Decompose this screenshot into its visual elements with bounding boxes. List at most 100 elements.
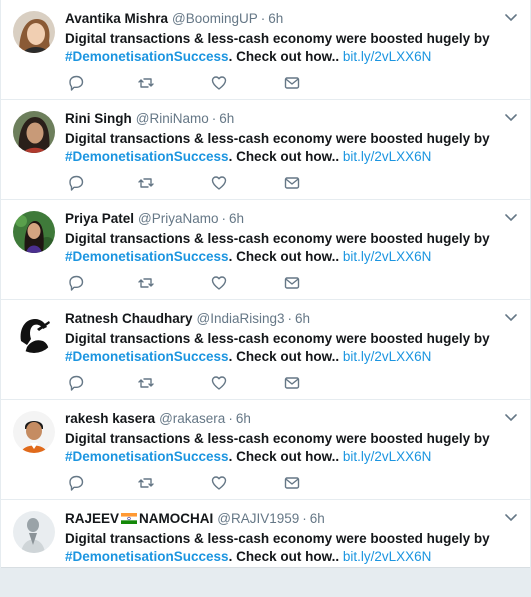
chevron-down-icon[interactable] bbox=[504, 112, 518, 122]
separator-dot: · bbox=[228, 411, 233, 426]
avatar-image-rini bbox=[13, 111, 55, 153]
username[interactable]: @rakasera bbox=[159, 411, 225, 426]
tweet-item[interactable]: Ratnesh Chaudhary @IndiaRising3 · 6h Digita… bbox=[1, 300, 530, 400]
timestamp[interactable]: 6h bbox=[236, 411, 251, 426]
direct-message-icon[interactable] bbox=[283, 274, 301, 292]
hashtag-link[interactable]: #DemonetisationSuccess bbox=[65, 249, 229, 264]
tweet-header: Ratnesh Chaudhary @IndiaRising3 · 6h bbox=[65, 310, 310, 327]
hashtag-link[interactable]: #DemonetisationSuccess bbox=[65, 349, 229, 364]
hashtag-link[interactable]: #DemonetisationSuccess bbox=[65, 449, 229, 464]
tweet-item[interactable]: RAJEEV NAMOCHAI @RAJIV1959 · 6h Digital tran… bbox=[1, 500, 530, 568]
tweet-text-main: Digital transactions & less-cash economy… bbox=[65, 431, 490, 446]
retweet-icon[interactable] bbox=[137, 374, 155, 392]
tweet-item[interactable]: Avantika Mishra @BoomingUP · 6h Digital tra… bbox=[1, 0, 530, 100]
like-icon[interactable] bbox=[210, 74, 228, 92]
tweet-text: Digital transactions & less-cash economy… bbox=[65, 130, 517, 166]
like-icon[interactable] bbox=[210, 374, 228, 392]
username[interactable]: @RAJIV1959 bbox=[217, 511, 299, 526]
like-icon[interactable] bbox=[210, 474, 228, 492]
retweet-icon[interactable] bbox=[137, 274, 155, 292]
chevron-down-icon[interactable] bbox=[504, 312, 518, 322]
chevron-down-icon[interactable] bbox=[504, 512, 518, 522]
url-link[interactable]: bit.ly/2vLXX6N bbox=[343, 149, 432, 164]
avatar-image-avantika bbox=[13, 11, 55, 53]
display-name[interactable]: rakesh kasera bbox=[65, 411, 155, 426]
username[interactable]: @IndiaRising3 bbox=[197, 311, 285, 326]
url-link[interactable]: bit.ly/2vLXX6N bbox=[343, 449, 432, 464]
display-name[interactable]: Avantika Mishra bbox=[65, 11, 168, 26]
direct-message-icon[interactable] bbox=[283, 374, 301, 392]
tweet-text: Digital transactions & less-cash economy… bbox=[65, 30, 517, 66]
direct-message-icon[interactable] bbox=[283, 474, 301, 492]
reply-icon[interactable] bbox=[67, 74, 85, 92]
retweet-icon[interactable] bbox=[137, 474, 155, 492]
tweet-item[interactable]: Rini Singh @RiniNamo · 6h Digital transacti… bbox=[1, 100, 530, 200]
separator-dot: · bbox=[211, 111, 217, 126]
tweet-item[interactable]: rakesh kasera @rakasera · 6h Digital transa… bbox=[1, 400, 530, 500]
tweet-text-tail: . Check out how.. bbox=[228, 449, 340, 464]
timestamp[interactable]: 6h bbox=[219, 111, 234, 126]
chevron-down-icon[interactable] bbox=[504, 412, 518, 422]
username[interactable]: @BoomingUP bbox=[172, 11, 258, 26]
url-link[interactable]: bit.ly/2vLXX6N bbox=[343, 249, 432, 264]
display-name-part-2[interactable]: NAMOCHAI bbox=[139, 511, 213, 526]
tweet-text: Digital transactions & less-cash economy… bbox=[65, 430, 517, 466]
hashtag-link[interactable]: #DemonetisationSuccess bbox=[65, 149, 229, 164]
tweet-text-main: Digital transactions & less-cash economy… bbox=[65, 331, 490, 346]
display-name[interactable]: Rini Singh bbox=[65, 111, 132, 126]
like-icon[interactable] bbox=[210, 174, 228, 192]
avatar[interactable] bbox=[13, 411, 55, 453]
reply-icon[interactable] bbox=[67, 374, 85, 392]
url-link[interactable]: bit.ly/2vLXX6N bbox=[343, 349, 432, 364]
retweet-icon[interactable] bbox=[137, 174, 155, 192]
display-name[interactable]: Priya Patel bbox=[65, 211, 134, 226]
avatar-image-ratnesh bbox=[13, 311, 55, 353]
direct-message-icon[interactable] bbox=[283, 74, 301, 92]
timestamp[interactable]: 6h bbox=[310, 511, 325, 526]
chevron-down-icon[interactable] bbox=[504, 12, 518, 22]
hashtag-link[interactable]: #DemonetisationSuccess bbox=[65, 549, 229, 564]
tweet-text: Digital transactions & less-cash economy… bbox=[65, 230, 517, 266]
avatar[interactable] bbox=[13, 511, 55, 553]
reply-icon[interactable] bbox=[67, 174, 85, 192]
url-link[interactable]: bit.ly/2vLXX6N bbox=[343, 549, 432, 564]
tweet-text-main: Digital transactions & less-cash economy… bbox=[65, 231, 490, 246]
separator-dot: · bbox=[287, 311, 293, 326]
avatar[interactable] bbox=[13, 311, 55, 353]
url-link[interactable]: bit.ly/2vLXX6N bbox=[343, 49, 432, 64]
display-name-part-1[interactable]: RAJEEV bbox=[65, 511, 119, 526]
tweet-text-tail: . Check out how.. bbox=[228, 149, 340, 164]
direct-message-icon[interactable] bbox=[283, 174, 301, 192]
tweet-text: Digital transactions & less-cash economy… bbox=[65, 530, 517, 566]
tweet-header: RAJEEV NAMOCHAI @RAJIV1959 · 6h bbox=[65, 510, 325, 527]
timestamp[interactable]: 6h bbox=[229, 211, 244, 226]
timestamp[interactable]: 6h bbox=[295, 311, 310, 326]
avatar-image-rakesh bbox=[13, 411, 55, 453]
reply-icon[interactable] bbox=[67, 474, 85, 492]
tweet-text: Digital transactions & less-cash economy… bbox=[65, 330, 517, 366]
tweet-header: Rini Singh @RiniNamo · 6h bbox=[65, 110, 234, 127]
avatar[interactable] bbox=[13, 11, 55, 53]
username[interactable]: @RiniNamo bbox=[136, 111, 209, 126]
avatar-image-priya bbox=[13, 211, 55, 253]
timestamp[interactable]: 6h bbox=[268, 11, 283, 26]
reply-icon[interactable] bbox=[67, 274, 85, 292]
avatar[interactable] bbox=[13, 211, 55, 253]
username[interactable]: @PriyaNamo bbox=[138, 211, 218, 226]
tweet-header: Priya Patel @PriyaNamo · 6h bbox=[65, 210, 244, 227]
separator-dot: · bbox=[302, 511, 307, 526]
hashtag-link[interactable]: #DemonetisationSuccess bbox=[65, 49, 229, 64]
display-name[interactable]: Ratnesh Chaudhary bbox=[65, 311, 193, 326]
tweet-text-main: Digital transactions & less-cash economy… bbox=[65, 531, 490, 546]
tweet-text-tail: . Check out how.. bbox=[228, 249, 340, 264]
tweet-text-main: Digital transactions & less-cash economy… bbox=[65, 31, 490, 46]
india-flag-icon bbox=[121, 513, 138, 524]
chevron-down-icon[interactable] bbox=[504, 212, 518, 222]
tweet-text-tail: . Check out how.. bbox=[228, 549, 340, 564]
avatar[interactable] bbox=[13, 111, 55, 153]
retweet-icon[interactable] bbox=[137, 74, 155, 92]
tweet-item[interactable]: Priya Patel @PriyaNamo · 6h Digital transac… bbox=[1, 200, 530, 300]
like-icon[interactable] bbox=[210, 274, 228, 292]
tweet-feed: Avantika Mishra @BoomingUP · 6h Digital tra… bbox=[0, 0, 531, 568]
tweet-text-main: Digital transactions & less-cash economy… bbox=[65, 131, 490, 146]
